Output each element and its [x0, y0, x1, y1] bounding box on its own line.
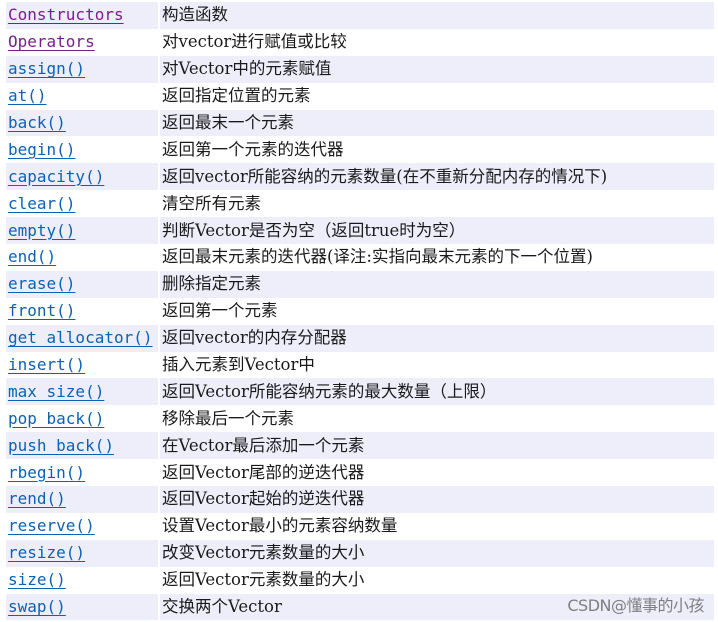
function-description: 设置Vector最小的元素容纳数量	[160, 512, 714, 540]
table-row: get_allocator() 返回vector的内存分配器	[6, 324, 714, 352]
function-description: 对vector进行赋值或比较	[160, 28, 714, 56]
table-row: insert() 插入元素到Vector中	[6, 351, 714, 379]
function-link[interactable]: Constructors	[8, 5, 124, 24]
function-name-cell: Operators	[6, 28, 158, 56]
function-description: 清空所有元素	[160, 190, 714, 218]
function-name-cell: end()	[6, 244, 158, 271]
function-link[interactable]: end()	[8, 247, 56, 266]
table-row: erase() 删除指定元素	[6, 270, 714, 298]
table-row: reserve() 设置Vector最小的元素容纳数量	[6, 512, 714, 540]
function-link[interactable]: pop_back()	[8, 409, 104, 428]
table-row: begin() 返回第一个元素的迭代器	[6, 136, 714, 164]
function-description: 删除指定元素	[160, 270, 714, 298]
function-name-cell: rbegin()	[6, 459, 158, 487]
table-row: rbegin() 返回Vector尾部的逆迭代器	[6, 459, 714, 487]
function-name-cell: Constructors	[6, 2, 158, 29]
function-name-cell: resize()	[6, 539, 158, 567]
function-name-cell: clear()	[6, 190, 158, 218]
table-row: Operators 对vector进行赋值或比较	[6, 28, 714, 56]
function-link[interactable]: rend()	[8, 489, 66, 508]
function-link[interactable]: max_size()	[8, 382, 104, 401]
function-description: 判断Vector是否为空（返回true时为空）	[160, 217, 714, 245]
function-name-cell: pop_back()	[6, 405, 158, 433]
function-name-cell: erase()	[6, 270, 158, 298]
function-name-cell: assign()	[6, 55, 158, 83]
function-link[interactable]: assign()	[8, 59, 85, 78]
function-description: 插入元素到Vector中	[160, 351, 714, 379]
vector-member-functions-table: Constructors 构造函数 Operators 对vector进行赋值或比较 a…	[4, 2, 716, 621]
table-row: empty() 判断Vector是否为空（返回true时为空）	[6, 217, 714, 245]
function-name-cell: at()	[6, 82, 158, 110]
table-row: max_size() 返回Vector所能容纳元素的最大数量（上限）	[6, 378, 714, 406]
function-description: 改变Vector元素数量的大小	[160, 539, 714, 567]
table-row: push_back() 在Vector最后添加一个元素	[6, 432, 714, 460]
function-link[interactable]: reserve()	[8, 516, 95, 535]
function-description: 返回第一个元素的迭代器	[160, 136, 714, 164]
function-link[interactable]: back()	[8, 113, 66, 132]
function-name-cell: reserve()	[6, 512, 158, 540]
table-row: end() 返回最末元素的迭代器(译注:实指向最末元素的下一个位置)	[6, 244, 714, 271]
function-description: 返回第一个元素	[160, 297, 714, 325]
function-link[interactable]: get_allocator()	[8, 328, 153, 347]
function-description: 返回Vector尾部的逆迭代器	[160, 459, 714, 487]
function-description: 移除最后一个元素	[160, 405, 714, 433]
function-name-cell: rend()	[6, 486, 158, 513]
function-link[interactable]: begin()	[8, 140, 75, 159]
function-name-cell: begin()	[6, 136, 158, 164]
table-row: resize() 改变Vector元素数量的大小	[6, 539, 714, 567]
function-description: 构造函数	[160, 2, 714, 29]
function-link[interactable]: front()	[8, 301, 75, 320]
function-link[interactable]: insert()	[8, 355, 85, 374]
function-link[interactable]: clear()	[8, 194, 75, 213]
function-description: 在Vector最后添加一个元素	[160, 432, 714, 460]
function-description: 返回最末元素的迭代器(译注:实指向最末元素的下一个位置)	[160, 244, 714, 271]
function-description: 返回最末一个元素	[160, 109, 714, 137]
function-name-cell: front()	[6, 297, 158, 325]
csdn-watermark: CSDN@懂事的小孩	[567, 596, 704, 615]
function-description: 返回vector的内存分配器	[160, 324, 714, 352]
table-row: size() 返回Vector元素数量的大小	[6, 566, 714, 594]
function-name-cell: size()	[6, 566, 158, 594]
table-row: assign() 对Vector中的元素赋值	[6, 55, 714, 83]
table-row: capacity() 返回vector所能容纳的元素数量(在不重新分配内存的情况下…	[6, 163, 714, 191]
function-description: 返回指定位置的元素	[160, 82, 714, 110]
function-name-cell: empty()	[6, 217, 158, 245]
function-description: 返回Vector起始的逆迭代器	[160, 486, 714, 513]
table-row: Constructors 构造函数	[6, 2, 714, 29]
function-link[interactable]: Operators	[8, 32, 95, 51]
function-link[interactable]: capacity()	[8, 167, 104, 186]
function-link[interactable]: at()	[8, 86, 47, 105]
function-description: 返回Vector所能容纳元素的最大数量（上限）	[160, 378, 714, 406]
function-name-cell: get_allocator()	[6, 324, 158, 352]
function-link[interactable]: rbegin()	[8, 463, 85, 482]
function-link[interactable]: resize()	[8, 543, 85, 562]
table-row: front() 返回第一个元素	[6, 297, 714, 325]
function-name-cell: push_back()	[6, 432, 158, 460]
function-description: 对Vector中的元素赋值	[160, 55, 714, 83]
function-link[interactable]: swap()	[8, 597, 66, 616]
function-link[interactable]: empty()	[8, 221, 75, 240]
function-name-cell: swap()	[6, 593, 158, 621]
function-name-cell: insert()	[6, 351, 158, 379]
table-row: back() 返回最末一个元素	[6, 109, 714, 137]
function-description: 返回Vector元素数量的大小	[160, 566, 714, 594]
function-link[interactable]: push_back()	[8, 436, 114, 455]
function-name-cell: back()	[6, 109, 158, 137]
function-description: 返回vector所能容纳的元素数量(在不重新分配内存的情况下)	[160, 163, 714, 191]
function-link[interactable]: erase()	[8, 274, 75, 293]
table-row: rend() 返回Vector起始的逆迭代器	[6, 486, 714, 513]
table-row: clear() 清空所有元素	[6, 190, 714, 218]
function-name-cell: max_size()	[6, 378, 158, 406]
function-name-cell: capacity()	[6, 163, 158, 191]
function-link[interactable]: size()	[8, 570, 66, 589]
table-row: pop_back() 移除最后一个元素	[6, 405, 714, 433]
table-row: at() 返回指定位置的元素	[6, 82, 714, 110]
